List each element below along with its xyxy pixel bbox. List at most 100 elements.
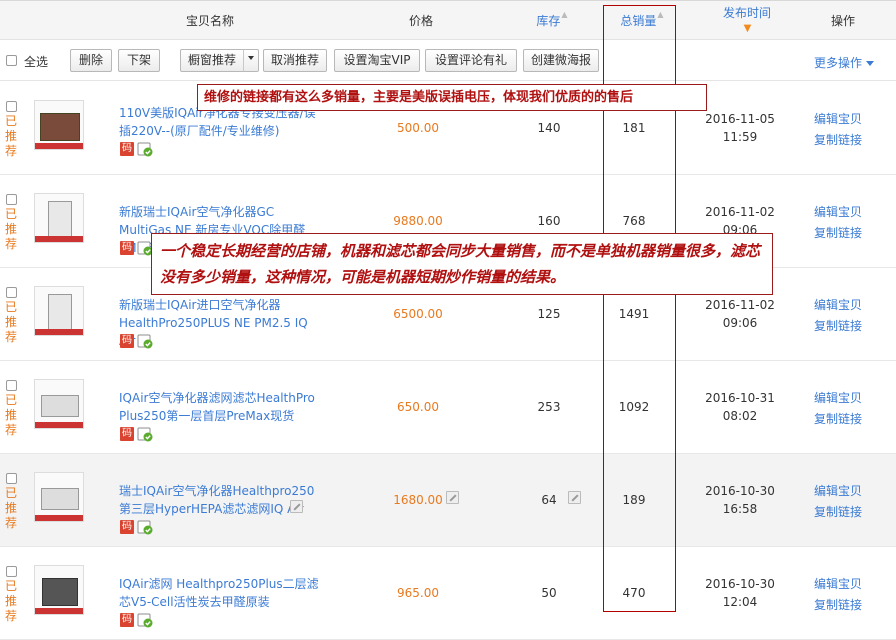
product-thumbnail[interactable]	[34, 472, 84, 522]
edit-product-link[interactable]: 编辑宝贝	[814, 575, 862, 592]
row-checkbox[interactable]	[6, 380, 17, 391]
row-checkbox[interactable]	[6, 287, 17, 298]
column-header-price: 价格	[408, 14, 433, 28]
price-value: 965.00	[397, 586, 439, 600]
edit-product-link[interactable]: 编辑宝贝	[814, 296, 862, 313]
qr-code-badge-icon[interactable]: 码	[120, 427, 134, 441]
set-review-gift-button[interactable]: 设置评论有礼	[425, 49, 517, 72]
copy-link-link[interactable]: 复制链接	[814, 503, 862, 520]
pencil-icon[interactable]	[290, 500, 303, 513]
select-all-label[interactable]: 全选	[24, 53, 48, 70]
recommended-tag: 已推荐	[4, 114, 17, 158]
stock-value: 140	[537, 121, 561, 135]
product-thumbnail[interactable]	[34, 193, 84, 243]
window-recommend-button[interactable]: 橱窗推荐	[180, 49, 244, 72]
select-all-checkbox[interactable]	[6, 55, 17, 66]
row-checkbox[interactable]	[6, 566, 17, 577]
column-header-sold-label: 总销量	[620, 14, 657, 28]
stock-value: 125	[537, 307, 561, 321]
recommended-tag: 已推荐	[4, 207, 17, 251]
price-value: 1680.00	[393, 493, 443, 507]
copy-link-link[interactable]: 复制链接	[814, 131, 862, 148]
publish-date: 2016-11-05	[705, 112, 775, 126]
qr-code-badge-icon[interactable]: 码	[120, 613, 134, 627]
more-actions-label: 更多操作	[814, 56, 863, 70]
copy-link-link[interactable]: 复制链接	[814, 317, 862, 334]
product-thumbnail[interactable]	[34, 565, 84, 615]
more-actions-dropdown[interactable]: 更多操作	[814, 54, 875, 71]
sold-count: 768	[622, 214, 646, 228]
annotation-note-repair: 维修的链接都有这么多销量，主要是美版误插电压，体现我们优质的的售后	[197, 84, 707, 111]
publish-date: 2016-10-30	[705, 484, 775, 498]
publish-time: 11:59	[722, 130, 758, 144]
stock-value: 50	[541, 586, 557, 600]
qr-code-badge-icon[interactable]: 码	[120, 241, 134, 255]
edit-product-link[interactable]: 编辑宝贝	[814, 203, 862, 220]
recommended-tag: 已推荐	[4, 393, 17, 437]
publish-time: 08:02	[722, 409, 758, 423]
delete-button[interactable]: 删除	[70, 49, 112, 72]
column-header-sold-total[interactable]: 总销量▲	[614, 1, 670, 41]
publish-time: 09:06	[722, 316, 758, 330]
sold-count: 1092	[618, 400, 650, 414]
pencil-icon[interactable]	[568, 491, 581, 504]
verified-check-icon	[137, 427, 153, 442]
column-header-stock[interactable]: 库存▲	[530, 1, 574, 41]
publish-datetime: 2016-11-02 09:06	[695, 296, 785, 332]
publish-date: 2016-10-30	[705, 577, 775, 591]
publish-datetime: 2016-10-30 16:58	[695, 482, 785, 518]
delist-button[interactable]: 下架	[118, 49, 160, 72]
edit-product-link[interactable]: 编辑宝贝	[814, 389, 862, 406]
recommended-tag: 已推荐	[4, 579, 17, 623]
pencil-icon[interactable]	[446, 491, 459, 504]
qr-code-badge-icon[interactable]: 码	[120, 334, 134, 348]
set-taobao-vip-button[interactable]: 设置淘宝VIP	[334, 49, 420, 72]
column-header-actions: 操作	[830, 14, 855, 28]
table-row: 已推荐 IQAir滤网 Healthpro250Plus二层滤芯V5-Cell活…	[0, 547, 896, 640]
sort-arrow-icon[interactable]: ▲	[561, 1, 567, 29]
publish-date: 2016-11-02	[705, 298, 775, 312]
copy-link-link[interactable]: 复制链接	[814, 410, 862, 427]
stock-value: 253	[537, 400, 561, 414]
verified-check-icon	[137, 142, 153, 157]
product-thumbnail[interactable]	[34, 100, 84, 150]
publish-time: 12:04	[722, 595, 758, 609]
column-header-publish-time[interactable]: 发布时间 ▼	[722, 5, 772, 45]
column-header-stock-label: 库存	[536, 14, 561, 28]
row-checkbox[interactable]	[6, 194, 17, 205]
product-thumbnail[interactable]	[34, 379, 84, 429]
publish-datetime: 2016-11-05 11:59	[695, 110, 785, 146]
price-value: 6500.00	[393, 307, 443, 321]
copy-link-link[interactable]: 复制链接	[814, 596, 862, 613]
annotation-note-store-analysis: 一个稳定长期经营的店铺，机器和滤芯都会同步大量销售，而不是单独机器销量很多，滤芯…	[151, 233, 773, 295]
table-header: 宝贝名称 价格 库存▲ 总销量▲ 发布时间▼ 操作	[0, 0, 896, 40]
column-header-publish-label: 发布时间	[722, 6, 771, 20]
row-checkbox[interactable]	[6, 473, 17, 484]
column-header-product-name: 宝贝名称	[185, 14, 234, 28]
sold-count: 181	[622, 121, 646, 135]
product-thumbnail[interactable]	[34, 286, 84, 336]
recommended-tag: 已推荐	[4, 486, 17, 530]
window-recommend-dropdown-icon[interactable]	[243, 49, 259, 72]
verified-check-icon	[137, 520, 153, 535]
price-value: 650.00	[397, 400, 439, 414]
sort-desc-arrow-icon[interactable]: ▼	[744, 22, 752, 36]
product-title-link[interactable]: IQAir空气净化器滤网滤芯HealthPro Plus250第一层首层PreM…	[119, 389, 324, 425]
edit-product-link[interactable]: 编辑宝贝	[814, 110, 862, 127]
publish-datetime: 2016-10-31 08:02	[695, 389, 785, 425]
price-value: 500.00	[397, 121, 439, 135]
copy-link-link[interactable]: 复制链接	[814, 224, 862, 241]
publish-datetime: 2016-10-30 12:04	[695, 575, 785, 611]
qr-code-badge-icon[interactable]: 码	[120, 520, 134, 534]
create-weihaibao-button[interactable]: 创建微海报	[523, 49, 599, 72]
cancel-recommend-button[interactable]: 取消推荐	[263, 49, 327, 72]
bulk-action-toolbar: 全选 删除 下架 橱窗推荐 取消推荐 设置淘宝VIP 设置评论有礼 创建微海报 …	[0, 41, 896, 81]
sold-count: 470	[622, 586, 646, 600]
table-row: 已推荐 瑞士IQAir空气净化器Healthpro250第三层HyperHEPA…	[0, 454, 896, 547]
qr-code-badge-icon[interactable]: 码	[120, 142, 134, 156]
row-checkbox[interactable]	[6, 101, 17, 112]
table-row: 已推荐 IQAir空气净化器滤网滤芯HealthPro Plus250第一层首层…	[0, 361, 896, 454]
product-title-link[interactable]: IQAir滤网 Healthpro250Plus二层滤芯V5-Cell活性炭去甲…	[119, 575, 324, 611]
edit-product-link[interactable]: 编辑宝贝	[814, 482, 862, 499]
sort-arrow-icon[interactable]: ▲	[657, 1, 663, 29]
